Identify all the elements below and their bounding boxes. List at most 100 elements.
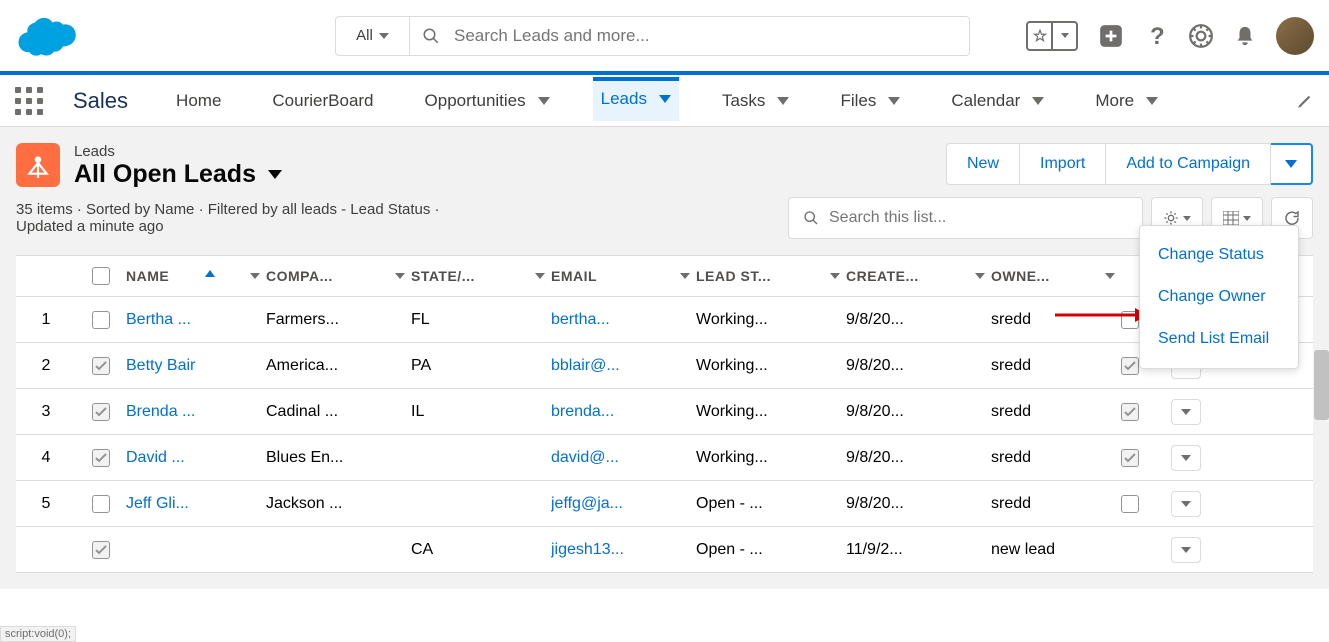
object-label: Leads xyxy=(74,143,282,160)
sort-asc-icon xyxy=(205,270,215,282)
global-search[interactable] xyxy=(410,16,970,56)
row-checkbox[interactable] xyxy=(92,495,110,513)
help-button[interactable]: ? xyxy=(1144,24,1168,48)
chevron-down-icon xyxy=(268,170,282,179)
menu-change-owner[interactable]: Change Owner xyxy=(1140,276,1298,318)
column-name[interactable]: NAME xyxy=(126,268,266,284)
menu-send-list-email[interactable]: Send List Email xyxy=(1140,318,1298,360)
import-button[interactable]: Import xyxy=(1020,143,1106,185)
cell-company: Blues En... xyxy=(266,449,411,467)
chevron-down-icon xyxy=(1183,216,1191,221)
app-launcher[interactable] xyxy=(15,87,43,115)
svg-text:?: ? xyxy=(1150,24,1165,48)
question-icon: ? xyxy=(1144,24,1168,48)
chevron-down-icon xyxy=(379,33,389,39)
nav-bar: Sales HomeCourierBoardOpportunitiesLeads… xyxy=(0,75,1329,127)
column-email[interactable]: EMAIL xyxy=(551,268,696,284)
notifications-button[interactable] xyxy=(1234,24,1256,48)
row-action-checkbox[interactable] xyxy=(1121,403,1139,421)
lead-name-link[interactable]: Betty Bair xyxy=(126,357,195,375)
row-actions-menu[interactable] xyxy=(1171,491,1201,517)
cell-status: Open - ... xyxy=(696,495,846,513)
list-search[interactable] xyxy=(788,197,1143,239)
row-checkbox[interactable] xyxy=(92,541,110,559)
chevron-down-icon xyxy=(250,273,260,279)
select-all-checkbox[interactable] xyxy=(92,267,110,285)
lead-email-link[interactable]: jeffg@ja... xyxy=(551,495,623,513)
column-lead-status[interactable]: LEAD ST... xyxy=(696,268,846,284)
list-search-input[interactable] xyxy=(829,209,1128,227)
search-filter-label: All xyxy=(356,27,373,44)
column-owner[interactable]: OWNE... xyxy=(991,268,1121,284)
lead-name-link[interactable]: Jeff Gli... xyxy=(126,495,189,513)
nav-tab-label: Home xyxy=(176,91,221,111)
row-checkbox[interactable] xyxy=(92,311,110,329)
new-button[interactable]: New xyxy=(946,143,1020,185)
setup-button[interactable] xyxy=(1188,23,1214,49)
row-action-checkbox[interactable] xyxy=(1121,357,1139,375)
add-to-campaign-button[interactable]: Add to Campaign xyxy=(1106,143,1271,185)
chevron-down-icon xyxy=(1181,455,1191,461)
chevron-down-icon xyxy=(777,97,789,105)
row-action-checkbox[interactable] xyxy=(1121,495,1139,513)
lead-email-link[interactable]: bblair@... xyxy=(551,357,620,375)
vertical-scrollbar[interactable] xyxy=(1314,350,1329,420)
star-icon xyxy=(1033,29,1047,43)
table-row: 5Jeff Gli...Jackson ...jeffg@ja...Open -… xyxy=(16,481,1313,527)
lead-name-link[interactable]: David ... xyxy=(126,449,185,467)
nav-tab-leads[interactable]: Leads xyxy=(593,77,679,121)
nav-tab-more[interactable]: More xyxy=(1087,79,1166,123)
lead-email-link[interactable]: david@... xyxy=(551,449,619,467)
nav-tab-calendar[interactable]: Calendar xyxy=(943,79,1052,123)
add-button[interactable] xyxy=(1098,23,1124,49)
lead-object-icon xyxy=(16,143,60,187)
user-avatar[interactable] xyxy=(1276,17,1314,55)
cell-owner: sredd xyxy=(991,357,1121,375)
more-actions-dropdown[interactable] xyxy=(1271,143,1313,185)
chevron-down-icon xyxy=(1181,409,1191,415)
nav-tab-courierboard[interactable]: CourierBoard xyxy=(264,79,381,123)
row-actions-menu[interactable] xyxy=(1171,445,1201,471)
salesforce-logo[interactable] xyxy=(15,13,80,58)
lead-email-link[interactable]: brenda... xyxy=(551,403,614,421)
chevron-down-icon xyxy=(659,95,671,103)
lead-email-link[interactable]: bertha... xyxy=(551,311,610,329)
table-icon xyxy=(1223,211,1239,225)
lead-name-link[interactable]: Brenda ... xyxy=(126,403,195,421)
row-checkbox[interactable] xyxy=(92,357,110,375)
plus-icon xyxy=(1098,23,1124,49)
global-header: All ? xyxy=(0,0,1329,75)
lead-name-link[interactable]: Bertha ... xyxy=(126,311,191,329)
lead-email-link[interactable]: jigesh13... xyxy=(551,541,624,559)
row-number: 3 xyxy=(16,403,76,421)
row-actions-menu[interactable] xyxy=(1171,537,1201,563)
nav-tab-files[interactable]: Files xyxy=(832,79,908,123)
row-number: 1 xyxy=(16,311,76,329)
nav-tab-home[interactable]: Home xyxy=(168,79,229,123)
list-view-selector[interactable]: All Open Leads xyxy=(74,160,282,189)
row-checkbox[interactable] xyxy=(92,449,110,467)
favorites-button[interactable] xyxy=(1026,21,1078,51)
column-state[interactable]: STATE/... xyxy=(411,268,551,284)
search-filter-dropdown[interactable]: All xyxy=(335,16,410,56)
nav-tab-label: Leads xyxy=(601,89,647,109)
column-created[interactable]: CREATE... xyxy=(846,268,991,284)
row-checkbox[interactable] xyxy=(92,403,110,421)
annotation-arrow xyxy=(1050,300,1150,330)
nav-tab-tasks[interactable]: Tasks xyxy=(714,79,797,123)
row-action-checkbox[interactable] xyxy=(1121,449,1139,467)
chevron-down-icon xyxy=(680,273,690,279)
cell-created: 9/8/20... xyxy=(846,495,991,513)
chevron-down-icon xyxy=(1285,160,1297,168)
view-name-text: All Open Leads xyxy=(74,160,256,189)
nav-tab-label: Opportunities xyxy=(425,91,526,111)
chevron-down-icon xyxy=(1032,97,1044,105)
row-actions-menu[interactable] xyxy=(1171,399,1201,425)
chevron-down-icon xyxy=(538,97,550,105)
nav-tab-opportunities[interactable]: Opportunities xyxy=(417,79,558,123)
global-search-input[interactable] xyxy=(454,26,957,46)
column-company[interactable]: COMPA... xyxy=(266,268,411,284)
cell-state: CA xyxy=(411,541,551,559)
menu-change-status[interactable]: Change Status xyxy=(1140,234,1298,276)
edit-nav-button[interactable] xyxy=(1296,92,1314,110)
